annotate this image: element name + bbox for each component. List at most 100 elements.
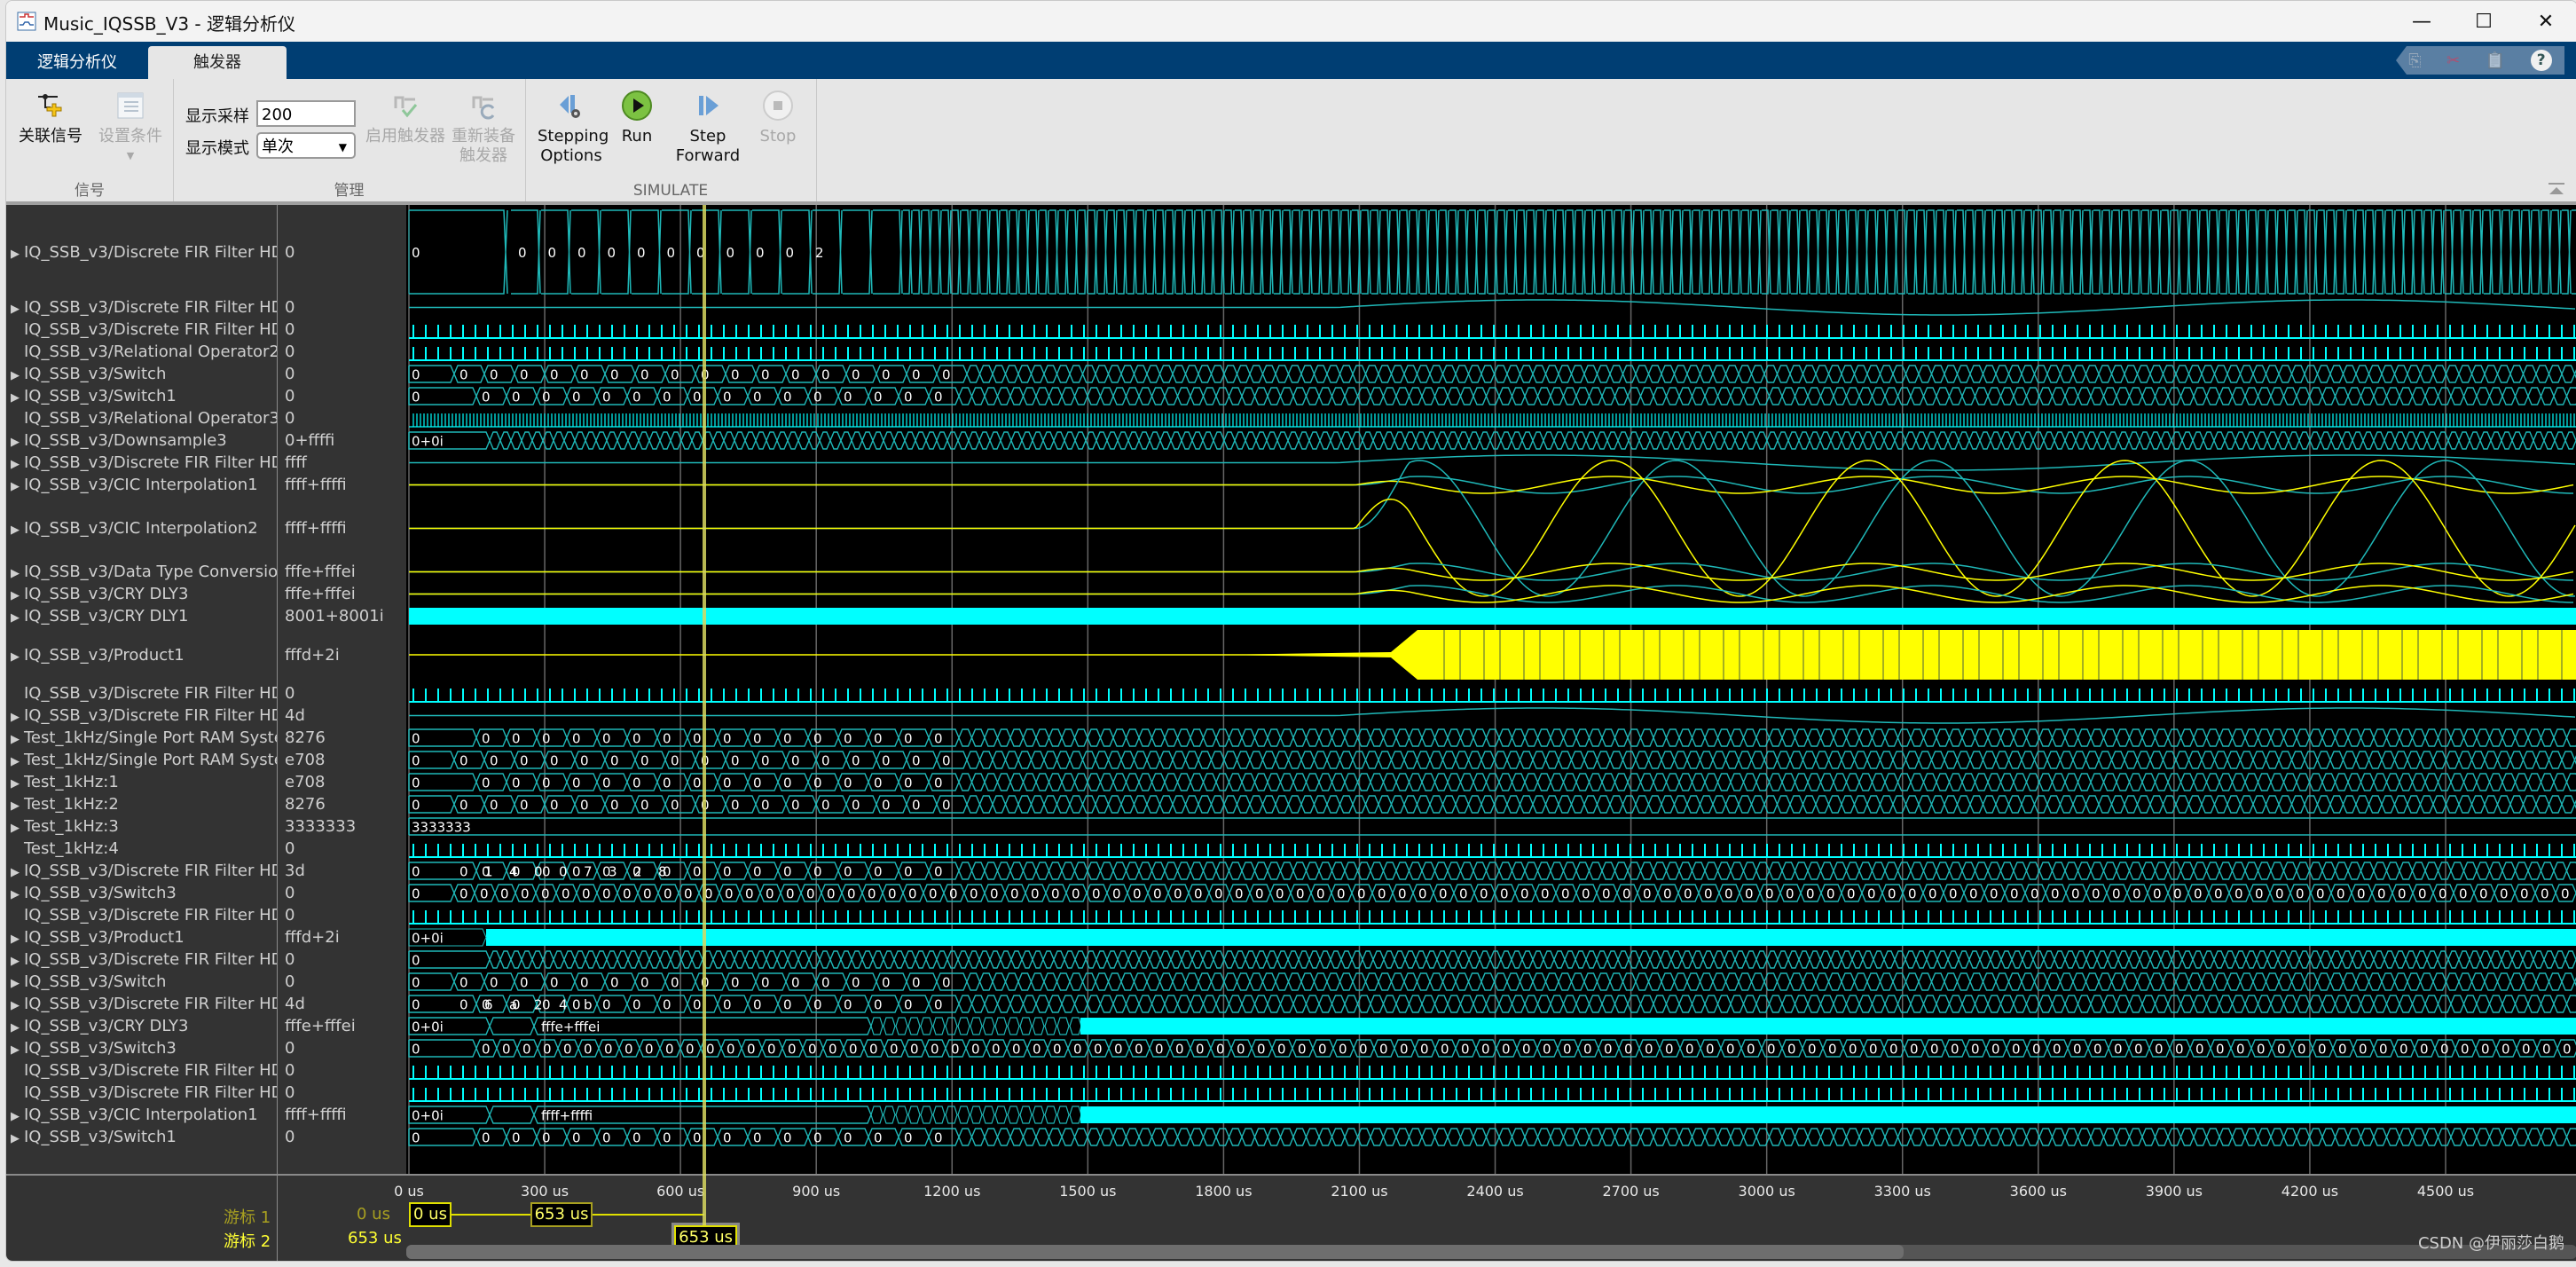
expand-arrow-icon[interactable]: ▶ [6, 773, 24, 795]
signal-name-row[interactable]: ▶ IQ_SSB_v3/Discrete FIR Filter HD [6, 948, 277, 971]
bus-value-label: 0 [542, 775, 551, 791]
expand-arrow-icon[interactable]: ▶ [6, 431, 24, 453]
horizontal-scrollbar[interactable] [406, 1245, 2576, 1259]
expand-arrow-icon[interactable]: ▶ [6, 751, 24, 773]
bus-value-label: 0 [934, 390, 943, 405]
signal-name-row[interactable]: ▶ IQ_SSB_v3/Discrete FIR Filter HD [6, 704, 277, 727]
expand-arrow-icon[interactable]: ▶ [6, 476, 24, 498]
expand-arrow-icon[interactable]: ▶ [6, 706, 24, 728]
maximize-button[interactable]: ☐ [2453, 1, 2515, 42]
signal-name-row[interactable]: Test_1kHz:4 [6, 838, 119, 860]
expand-arrow-icon[interactable]: ▶ [6, 298, 24, 320]
signal-name-row[interactable]: ▶ IQ_SSB_v3/Discrete FIR Filter HD [6, 452, 277, 474]
expand-arrow-icon[interactable]: ▶ [6, 1106, 24, 1128]
tab-trigger[interactable]: 触发器 [148, 46, 287, 79]
signal-name-row[interactable]: ▶ IQ_SSB_v3/Switch1 [6, 385, 177, 407]
expand-arrow-icon[interactable]: ▶ [6, 243, 24, 265]
signal-name-row[interactable]: ▶ IQ_SSB_v3/Discrete FIR Filter HD [6, 241, 277, 264]
expand-arrow-icon[interactable]: ▶ [6, 1128, 24, 1150]
expand-arrow-icon[interactable]: ▶ [6, 453, 24, 476]
expand-arrow-icon[interactable]: ▶ [6, 862, 24, 884]
help-icon[interactable]: ? [2530, 50, 2552, 71]
cut-icon[interactable]: ✂ [2446, 51, 2460, 70]
signal-name-row[interactable]: ▶ IQ_SSB_v3/Discrete FIR Filter HD [6, 860, 277, 882]
signal-name-row[interactable]: IQ_SSB_v3/Discrete FIR Filter HD [6, 319, 277, 341]
collapse-ribbon-icon[interactable] [2547, 182, 2566, 196]
signal-name-row[interactable]: ▶ IQ_SSB_v3/Product1 [6, 644, 185, 666]
signal-name-row[interactable]: ▶ Test_1kHz:3 [6, 815, 119, 838]
display-mode-select[interactable]: 单次 ▼ [256, 132, 356, 159]
signal-name-row[interactable]: IQ_SSB_v3/Discrete FIR Filter HD [6, 1082, 277, 1104]
signal-name-row[interactable]: ▶ IQ_SSB_v3/CRY DLY1 [6, 605, 188, 627]
signal-name-row[interactable]: ▶ IQ_SSB_v3/CRY DLY3 [6, 1015, 188, 1037]
signal-name-row[interactable]: ▶ IQ_SSB_v3/Switch1 [6, 1126, 177, 1148]
bus-value-label: 0 [663, 390, 671, 405]
link-signal-button[interactable]: 关联信号 [13, 90, 88, 146]
stepping-options-button[interactable]: Stepping Options [538, 90, 609, 166]
expand-arrow-icon[interactable]: ▶ [6, 817, 24, 839]
expand-arrow-icon[interactable]: ▶ [6, 884, 24, 906]
expand-arrow-icon[interactable]: ▶ [6, 928, 24, 950]
expand-arrow-icon[interactable]: ▶ [6, 1039, 24, 1061]
rearm-trigger-button[interactable]: 重新装备 触发器 [446, 90, 521, 166]
step-forward-button[interactable]: Step Forward [672, 90, 743, 166]
signal-name-row[interactable]: ▶ IQ_SSB_v3/Switch [6, 363, 166, 385]
signal-name-row[interactable]: ▶ Test_1kHz/Single Port RAM Syste [6, 749, 277, 771]
expand-arrow-icon[interactable]: ▶ [6, 972, 24, 995]
signal-name-row[interactable]: ▶ IQ_SSB_v3/CIC Interpolation1 [6, 474, 258, 496]
signal-name-row[interactable]: ▶ IQ_SSB_v3/Switch [6, 971, 166, 993]
enable-trigger-button[interactable]: 启用触发器 [363, 90, 448, 146]
expand-arrow-icon[interactable]: ▶ [6, 1017, 24, 1039]
expand-arrow-icon[interactable]: ▶ [6, 519, 24, 541]
set-condition-button[interactable]: 设置条件 ▼ [93, 90, 168, 166]
display-samples-input[interactable]: 200 [256, 100, 356, 127]
signal-name-row[interactable]: ▶ IQ_SSB_v3/Discrete FIR Filter HD [6, 993, 277, 1015]
signal-name-row[interactable]: ▶ IQ_SSB_v3/CRY DLY3 [6, 583, 188, 605]
signal-name-row[interactable]: IQ_SSB_v3/Discrete FIR Filter HD [6, 904, 277, 926]
expand-arrow-icon[interactable]: ▶ [6, 950, 24, 972]
bus-value-label: 0 [2336, 886, 2345, 902]
signal-name-row[interactable]: ▶ IQ_SSB_v3/Downsample3 [6, 429, 227, 452]
signal-name-row[interactable]: IQ_SSB_v3/Discrete FIR Filter HD [6, 1059, 277, 1082]
expand-arrow-icon[interactable]: ▶ [6, 607, 24, 629]
cursor-1-marker[interactable]: 0 us [409, 1202, 452, 1227]
run-button[interactable]: Run [610, 90, 664, 146]
signal-name-row[interactable]: ▶ IQ_SSB_v3/CIC Interpolation2 [6, 517, 258, 539]
scrollbar-thumb[interactable] [406, 1245, 1905, 1259]
signal-name-row[interactable]: ▶ Test_1kHz:2 [6, 793, 119, 815]
expand-arrow-icon[interactable]: ▶ [6, 728, 24, 751]
minimize-button[interactable]: — [2391, 1, 2453, 42]
signal-name-row[interactable]: IQ_SSB_v3/Relational Operator2 [6, 341, 277, 363]
signal-name-row[interactable]: IQ_SSB_v3/Relational Operator3 [6, 407, 277, 429]
waveform-area[interactable]: 0000000000020000000000000000000000000000… [406, 205, 2576, 1174]
cursor-2-line[interactable] [703, 205, 707, 1225]
bus-value-label: 0 [608, 245, 617, 261]
paste-icon[interactable]: 📋 [2486, 51, 2505, 70]
signal-name-row[interactable]: ▶ IQ_SSB_v3/Switch3 [6, 882, 177, 904]
signal-name-row[interactable]: IQ_SSB_v3/Discrete FIR Filter HD [6, 682, 277, 704]
bus-value-label: 0 [637, 245, 646, 261]
expand-arrow-icon[interactable]: ▶ [6, 585, 24, 607]
signal-name-row[interactable]: ▶ IQ_SSB_v3/Data Type Conversion [6, 561, 277, 583]
signal-name-row[interactable]: ▶ IQ_SSB_v3/Discrete FIR Filter HD [6, 296, 277, 319]
signal-name-row[interactable]: ▶ Test_1kHz/Single Port RAM Syste [6, 727, 277, 749]
copy-icon[interactable]: ⎘ [2408, 51, 2421, 70]
close-button[interactable]: ✕ [2515, 1, 2576, 42]
signal-value: fffd+2i [285, 928, 340, 947]
signal-name: Test_1kHz/Single Port RAM Syste [24, 728, 277, 747]
expand-arrow-icon[interactable]: ▶ [6, 995, 24, 1017]
expand-arrow-icon[interactable]: ▶ [6, 795, 24, 817]
stop-button[interactable]: Stop [749, 90, 807, 146]
expand-arrow-icon[interactable]: ▶ [6, 563, 24, 585]
signal-name-row[interactable]: ▶ IQ_SSB_v3/Switch3 [6, 1037, 177, 1059]
signal-name-row[interactable]: ▶ IQ_SSB_v3/CIC Interpolation1 [6, 1104, 258, 1126]
signal-name-row[interactable]: ▶ IQ_SSB_v3/Product1 [6, 926, 185, 948]
signal-name-row[interactable]: ▶ Test_1kHz:1 [6, 771, 119, 793]
bus-value-label: 0 [2053, 1042, 2062, 1058]
tab-logic-analyzer[interactable]: 逻辑分析仪 [6, 46, 148, 79]
bus-value-label: 0 [632, 997, 641, 1013]
expand-arrow-icon[interactable]: ▶ [6, 646, 24, 668]
bus-value-label: 0 [602, 886, 611, 902]
expand-arrow-icon[interactable]: ▶ [6, 365, 24, 387]
expand-arrow-icon[interactable]: ▶ [6, 387, 24, 409]
